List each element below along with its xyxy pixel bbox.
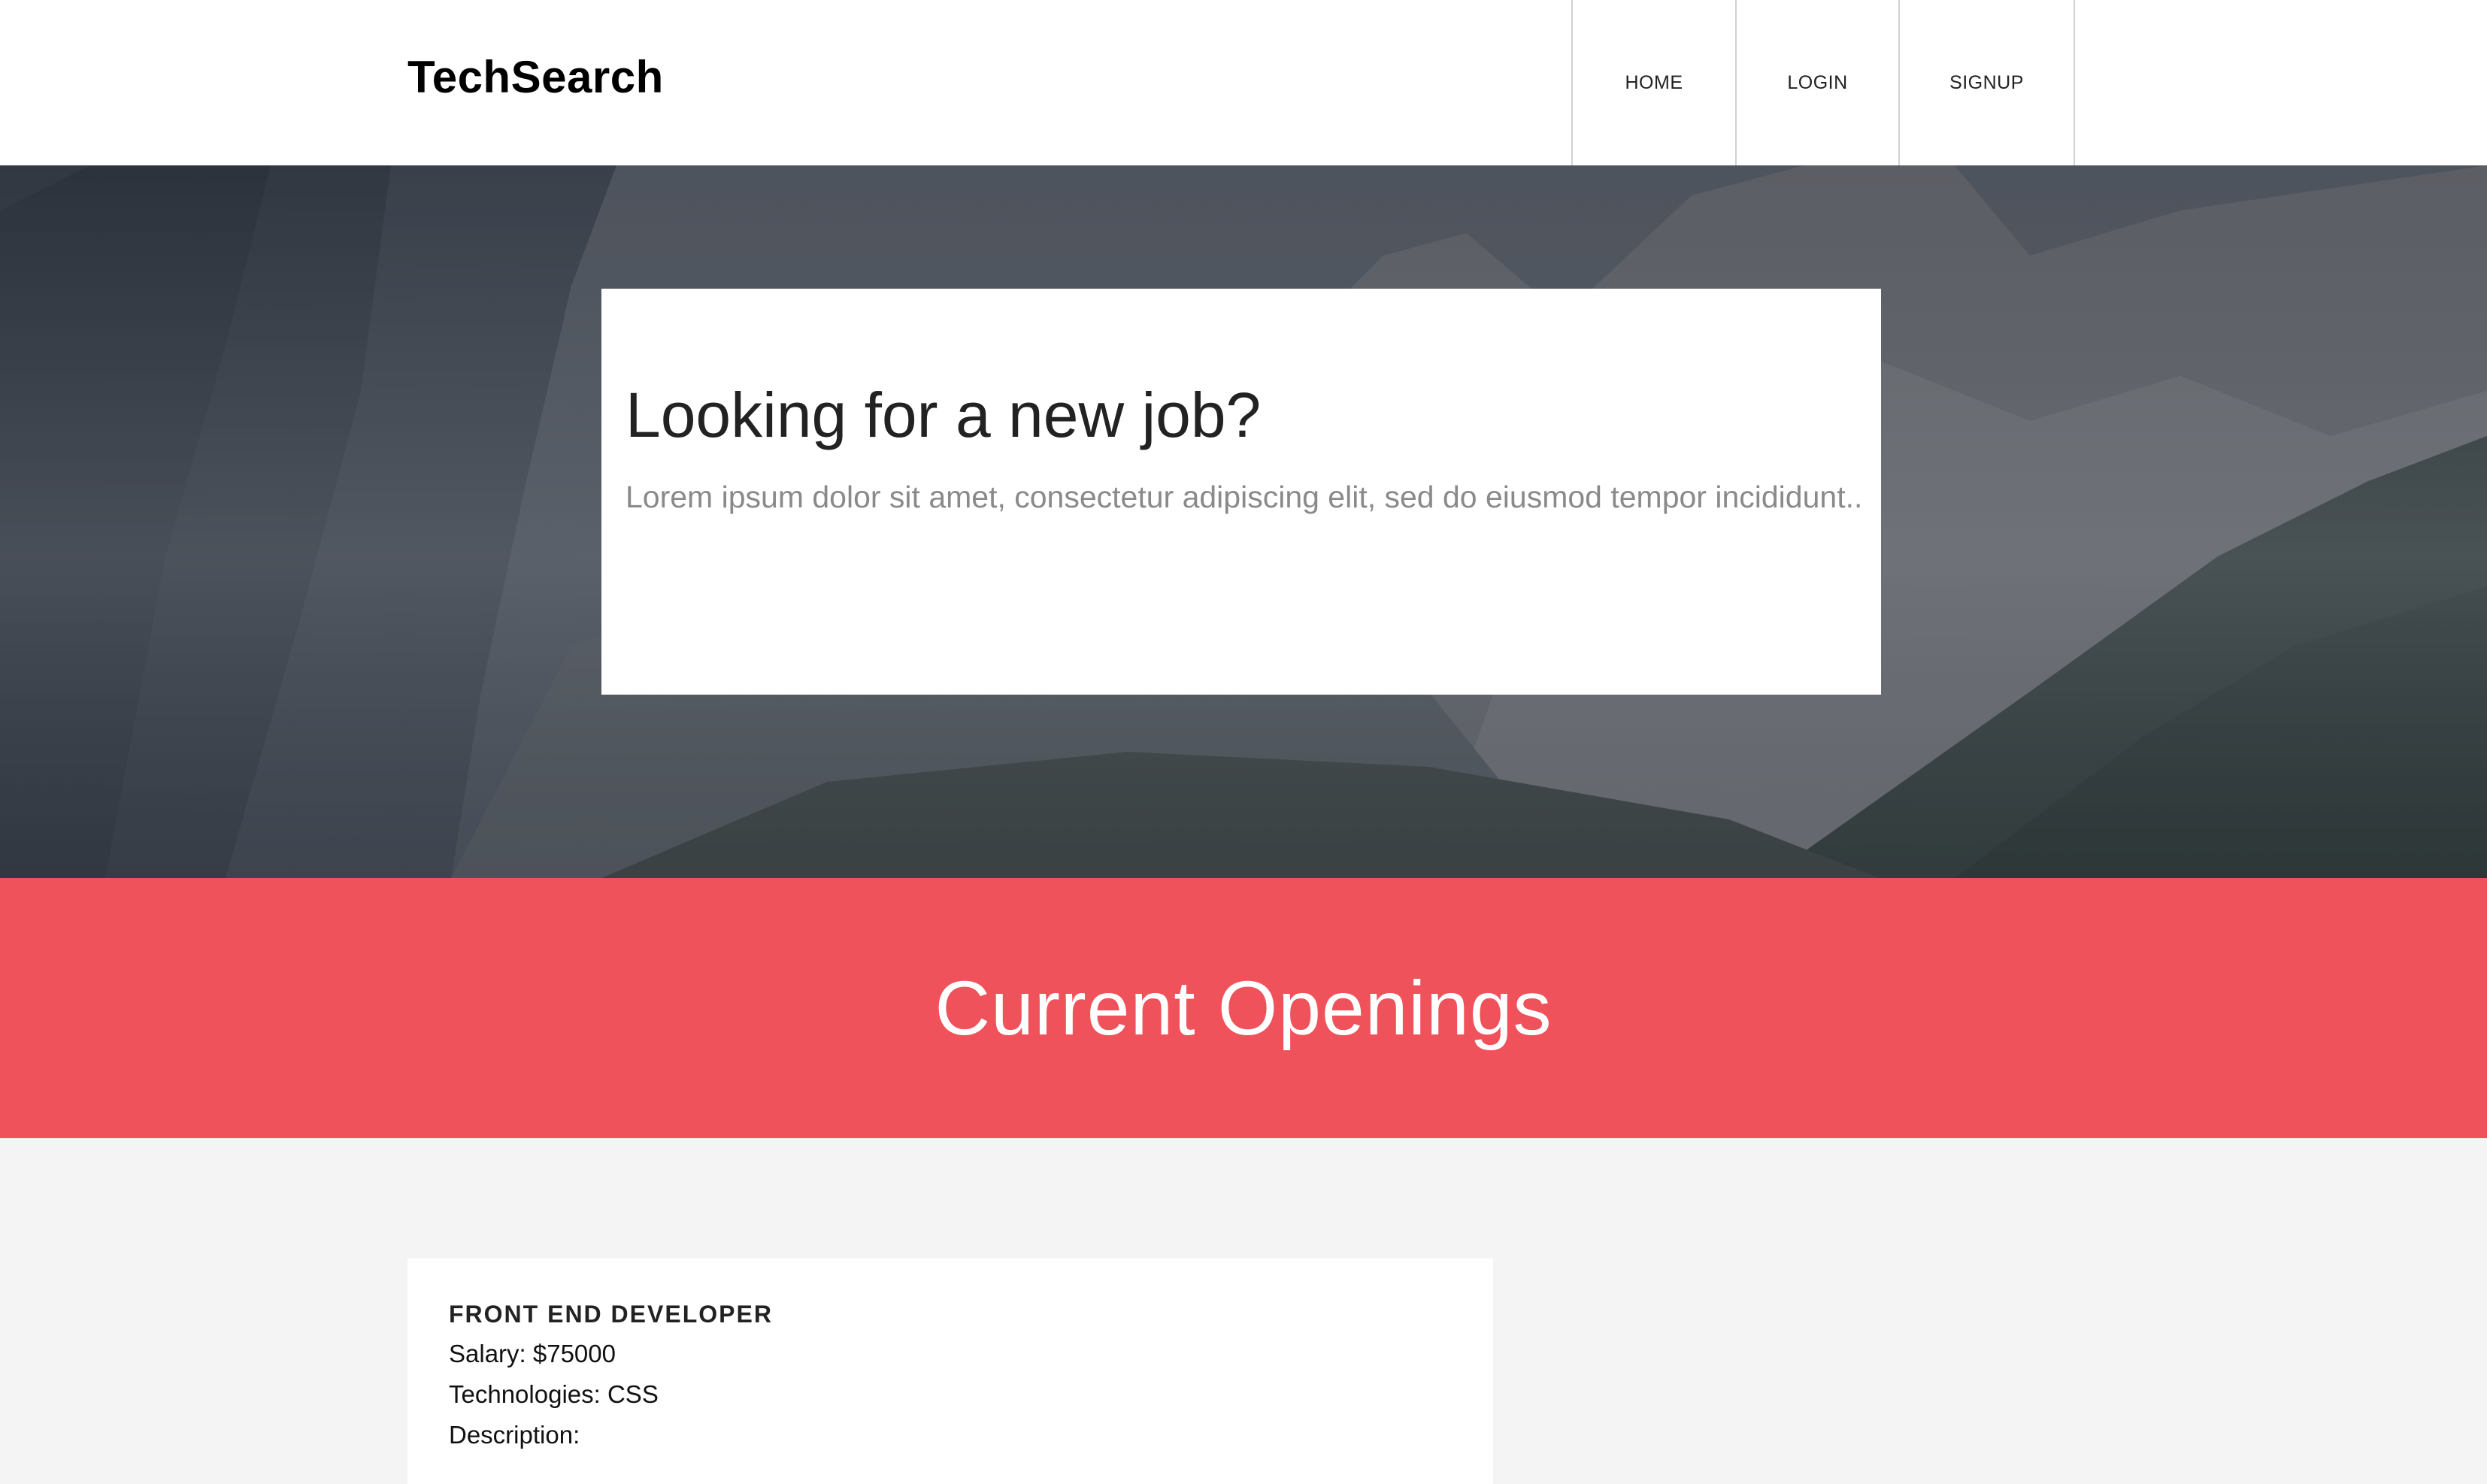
site-header: TechSearch HOME LOGIN SIGNUP <box>0 0 2487 165</box>
job-title: FRONT END DEVELOPER <box>449 1301 773 1328</box>
openings-banner: Current Openings <box>0 878 2487 1138</box>
job-technologies: Technologies: CSS <box>449 1380 659 1408</box>
job-card[interactable]: FRONT END DEVELOPER Salary: $75000 Techn… <box>407 1258 1493 1484</box>
hero-section: Looking for a new job? Lorem ipsum dolor… <box>0 165 2487 878</box>
nav-signup[interactable]: SIGNUP <box>1898 0 2075 165</box>
job-description: Description: <box>449 1421 580 1449</box>
hero-title: Looking for a new job? <box>626 380 1262 450</box>
hero-subtitle: Lorem ipsum dolor sit amet, consectetur … <box>626 480 1863 514</box>
brand-logo[interactable]: TechSearch <box>407 45 664 110</box>
main-nav: HOME LOGIN SIGNUP <box>1571 0 2075 165</box>
nav-login[interactable]: LOGIN <box>1735 0 1898 165</box>
nav-home[interactable]: HOME <box>1571 0 1735 165</box>
job-salary: Salary: $75000 <box>449 1340 616 1367</box>
openings-heading: Current Openings <box>935 965 1552 1051</box>
hero-card: Looking for a new job? Lorem ipsum dolor… <box>601 289 1881 695</box>
